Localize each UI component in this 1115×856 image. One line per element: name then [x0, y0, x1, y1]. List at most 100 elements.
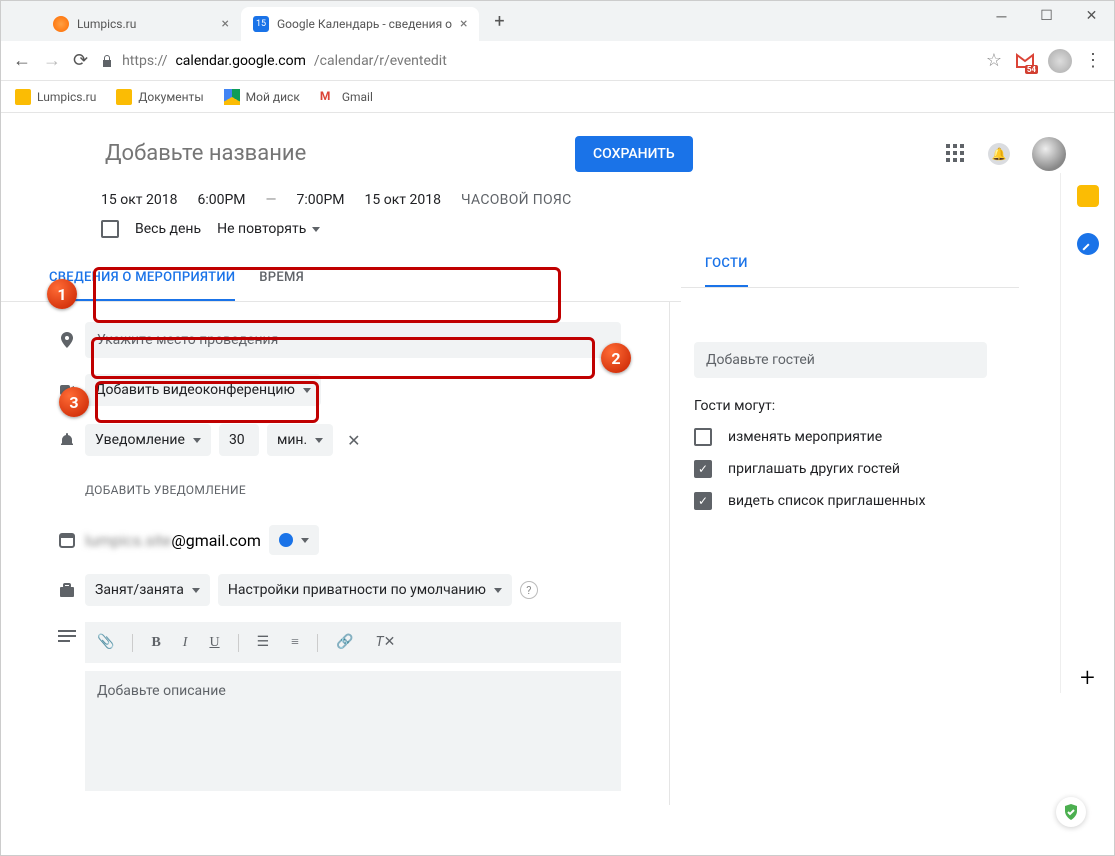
bold-button[interactable]: B — [147, 631, 164, 655]
clear-format-button[interactable]: T✕ — [371, 630, 399, 655]
browser-menu-icon[interactable]: ⋮ — [1084, 50, 1102, 71]
see-guest-list-checkbox[interactable]: ✓ — [694, 492, 712, 510]
notification-unit-dropdown[interactable]: мин. — [267, 424, 333, 456]
modify-event-checkbox[interactable] — [694, 428, 712, 446]
italic-button[interactable]: I — [179, 631, 192, 655]
browser-titlebar: Lumpics.ru × 15 Google Календарь - сведе… — [1, 1, 1114, 41]
keep-icon[interactable] — [1077, 185, 1099, 207]
start-time-chip[interactable]: 6:00PM — [197, 192, 245, 208]
bullet-list-button[interactable]: ≡ — [287, 631, 303, 655]
repeat-dropdown[interactable]: Не повторять — [217, 221, 320, 237]
bookmarks-bar: Lumpics.ru Документы Мой диск MGmail — [1, 81, 1114, 113]
back-button[interactable]: ← — [13, 50, 31, 71]
save-button[interactable]: СОХРАНИТЬ — [575, 136, 693, 172]
calendar-color-picker[interactable] — [269, 525, 319, 555]
calendar-email: lumpics.site@gmail.com — [85, 531, 261, 550]
url-domain: calendar.google.com — [175, 53, 305, 69]
notification-type-dropdown[interactable]: Уведомление — [85, 424, 211, 456]
bell-icon — [58, 431, 76, 449]
gmail-icon: M — [320, 89, 336, 105]
browser-tab-1[interactable]: Lumpics.ru × — [41, 7, 241, 41]
mail-count-badge: 54 — [1025, 65, 1038, 74]
tab-title: Google Календарь - сведения о — [277, 17, 452, 31]
close-icon[interactable]: × — [460, 16, 467, 32]
browser-tab-2[interactable]: 15 Google Календарь - сведения о × — [241, 7, 479, 41]
tab-event-details[interactable]: СВЕДЕНИЯ О МЕРОПРИЯТИИ — [49, 256, 235, 301]
close-window-button[interactable]: ✕ — [1069, 1, 1114, 31]
timezone-link[interactable]: ЧАСОВОЙ ПОЯС — [461, 192, 572, 208]
chevron-down-icon — [193, 438, 201, 443]
end-time-chip[interactable]: 7:00PM — [296, 192, 344, 208]
description-icon — [58, 630, 76, 644]
add-notification-link[interactable]: ДОБАВИТЬ УВЕДОМЛЕНИЕ — [85, 483, 246, 497]
side-panel: + — [1060, 173, 1114, 693]
video-conference-dropdown[interactable]: Добавить видеоконференцию — [85, 374, 321, 406]
chevron-down-icon — [192, 588, 200, 593]
all-day-label: Весь день — [135, 221, 201, 237]
gmail-extension-icon[interactable]: 54 — [1014, 50, 1036, 72]
event-title-input[interactable] — [101, 133, 551, 174]
location-icon — [58, 331, 76, 349]
drive-icon — [224, 89, 240, 105]
forward-button[interactable]: → — [43, 50, 61, 71]
time-dash: — — [266, 192, 277, 208]
invite-others-checkbox[interactable]: ✓ — [694, 460, 712, 478]
bookmark-gmail[interactable]: MGmail — [320, 89, 373, 105]
favicon-icon — [53, 16, 69, 32]
reload-button[interactable]: ⟳ — [73, 50, 88, 71]
apps-grid-icon[interactable] — [946, 144, 966, 164]
underline-button[interactable]: U — [205, 631, 223, 655]
guests-can-label: Гости могут: — [694, 398, 987, 414]
end-date-chip[interactable]: 15 окт 2018 — [365, 192, 441, 208]
tab-guests[interactable]: ГОСТИ — [705, 256, 748, 287]
url-bar-row: ← → ⟳ https:// calendar.google.com/calend… — [1, 41, 1114, 81]
privacy-dropdown[interactable]: Настройки приватности по умолчанию — [218, 574, 512, 606]
url-path: /calendar/r/eventedit — [314, 53, 447, 69]
see-guest-list-label: видеть список приглашенных — [728, 493, 926, 509]
close-icon[interactable]: × — [222, 16, 229, 32]
all-day-checkbox[interactable] — [101, 220, 119, 238]
help-icon[interactable]: ? — [520, 581, 538, 599]
chevron-down-icon — [315, 438, 323, 443]
modify-event-label: изменять мероприятие — [728, 429, 882, 445]
start-date-chip[interactable]: 15 окт 2018 — [101, 192, 177, 208]
favicon-icon: 15 — [253, 16, 269, 32]
minimize-button[interactable]: ─ — [979, 1, 1024, 31]
add-panel-icon[interactable]: + — [1080, 663, 1095, 693]
video-icon — [58, 381, 76, 399]
security-shield-icon[interactable] — [1056, 797, 1086, 827]
numbered-list-button[interactable]: ☰ — [253, 630, 274, 655]
tab-time[interactable]: ВРЕМЯ — [259, 256, 304, 301]
url-prefix: https:// — [122, 53, 167, 69]
tasks-icon[interactable] — [1077, 233, 1099, 255]
link-button[interactable]: 🔗 — [332, 630, 357, 655]
availability-dropdown[interactable]: Занят/занята — [85, 574, 210, 606]
attach-icon[interactable]: 📎 — [93, 630, 118, 655]
folder-icon — [15, 89, 31, 105]
remove-notification-button[interactable]: ✕ — [341, 431, 366, 450]
account-avatar[interactable] — [1032, 137, 1066, 171]
bookmark-documents[interactable]: Документы — [116, 89, 203, 105]
address-bar[interactable]: https:// calendar.google.com/calendar/r/e… — [100, 53, 974, 69]
briefcase-icon — [58, 581, 76, 599]
calendar-icon — [58, 531, 76, 549]
lock-icon — [100, 54, 114, 68]
chevron-down-icon — [312, 227, 320, 232]
notification-value[interactable]: 30 — [219, 424, 259, 456]
folder-icon — [116, 89, 132, 105]
invite-others-label: приглашать других гостей — [728, 461, 900, 477]
editor-toolbar: 📎 B I U ☰ ≡ 🔗 T✕ — [85, 622, 621, 663]
bookmark-star-icon[interactable]: ☆ — [986, 50, 1002, 71]
notifications-icon[interactable]: 🔔 — [988, 143, 1010, 165]
maximize-button[interactable]: ☐ — [1024, 1, 1069, 31]
profile-avatar[interactable] — [1048, 49, 1072, 73]
new-tab-button[interactable]: + — [485, 7, 513, 35]
tab-title: Lumpics.ru — [77, 17, 136, 31]
bookmark-lumpics[interactable]: Lumpics.ru — [15, 89, 96, 105]
description-textarea[interactable]: Добавьте описание — [85, 671, 621, 791]
bookmark-drive[interactable]: Мой диск — [224, 89, 300, 105]
chevron-down-icon — [301, 538, 309, 543]
add-guests-input[interactable]: Добавьте гостей — [694, 342, 987, 378]
location-input[interactable]: Укажите место проведения — [85, 322, 621, 358]
chevron-down-icon — [303, 388, 311, 393]
